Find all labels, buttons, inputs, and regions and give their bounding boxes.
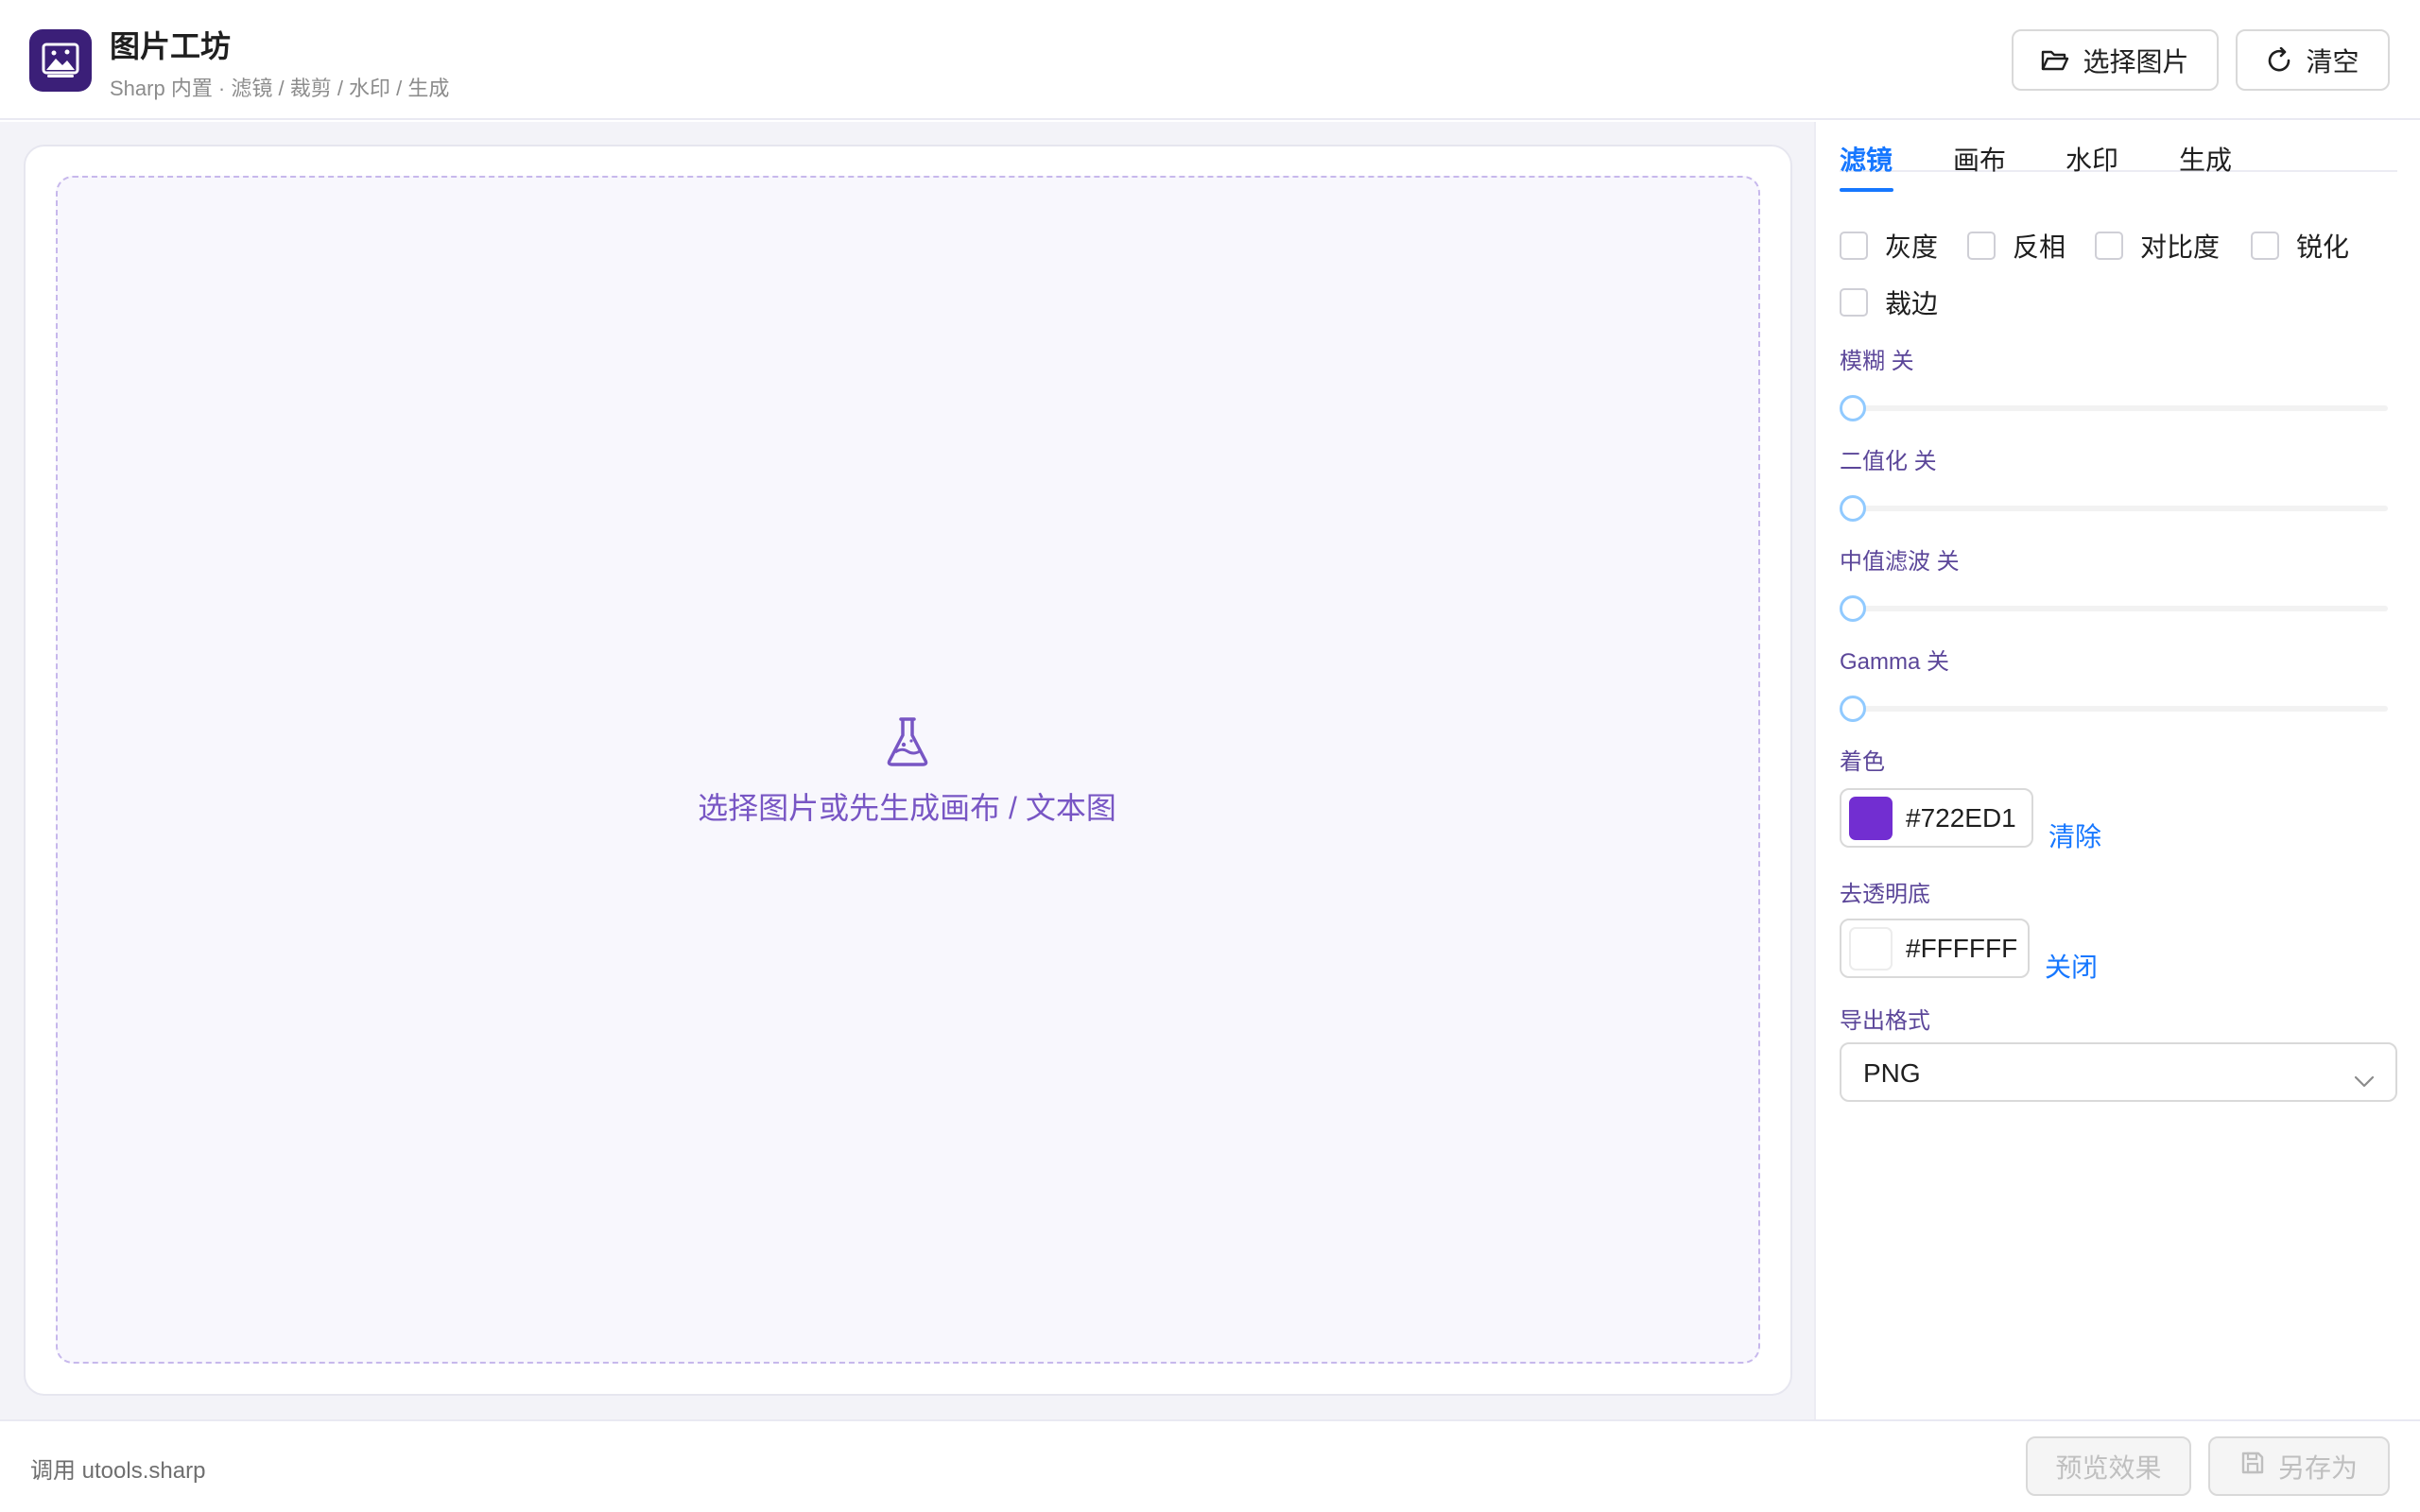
tab-watermark[interactable]: 水印 [2066,140,2118,178]
reload-icon [2266,46,2292,74]
gamma-slider[interactable] [1840,695,2388,723]
tint-label: 着色 [1840,749,1885,775]
slider-handle[interactable] [1840,395,1866,421]
tab-generate[interactable]: 生成 [2179,140,2232,178]
checkbox-label: 裁边 [1885,289,1939,318]
threshold-label: 二值化 关 [1840,449,1937,474]
checkbox-box [2095,232,2123,260]
flatten-color-picker[interactable]: #FFFFFF [1840,919,2030,978]
slider-rail [1840,506,2388,511]
checkbox-trim[interactable]: 裁边 [1840,284,1938,321]
preview-label: 预览效果 [2055,1452,2162,1483]
preview-button[interactable]: 预览效果 [2026,1436,2191,1496]
chevron-down-icon [2354,1065,2375,1095]
save-as-button[interactable]: 另存为 [2208,1436,2390,1496]
slider-handle[interactable] [1840,696,1866,722]
checkbox-grayscale[interactable]: 灰度 [1840,227,1938,265]
flatten-swatch [1849,926,1893,971]
blur-label: 模糊 关 [1840,349,1914,374]
export-format-label: 导出格式 [1840,1008,1930,1034]
gamma-label: Gamma 关 [1840,649,1950,675]
slider-rail [1840,606,2388,611]
export-format-select[interactable]: PNG [1840,1042,2397,1102]
tint-color-picker[interactable]: #722ED1 [1840,788,2033,848]
active-tab-indicator [1840,188,1893,192]
select-image-label: 选择图片 [2083,46,2189,77]
median-label: 中值滤波 关 [1840,549,1960,575]
export-format-value: PNG [1863,1058,1921,1088]
checkbox-box [1840,288,1868,317]
checkbox-invert[interactable]: 反相 [1967,227,2066,265]
clear-label: 清空 [2306,46,2360,77]
slider-handle[interactable] [1840,595,1866,622]
tint-clear-link[interactable]: 清除 [2048,816,2101,854]
checkbox-label: 锐化 [2296,232,2350,262]
save-as-label: 另存为 [2277,1452,2358,1483]
clear-button[interactable]: 清空 [2236,29,2390,91]
tab-filters[interactable]: 滤镜 [1840,140,1893,178]
flatten-off-link[interactable]: 关闭 [2045,947,2098,985]
checkbox-box [2251,232,2279,260]
app-title: 图片工坊 [110,29,232,63]
status-text: 调用 utools.sharp [30,1458,206,1484]
app-logo-icon [29,29,92,92]
slider-handle[interactable] [1840,495,1866,522]
slider-rail [1840,405,2388,411]
tab-canvas[interactable]: 画布 [1953,140,2006,178]
tint-hex: #722ED1 [1906,802,2016,833]
checkbox-contrast[interactable]: 对比度 [2095,227,2220,265]
blur-slider[interactable] [1840,394,2388,422]
flatten-hex: #FFFFFF [1906,933,2018,963]
dropzone-placeholder: 选择图片或先生成画布 / 文本图 [698,791,1116,825]
checkbox-label: 反相 [2013,232,2066,262]
flask-icon [885,716,930,772]
threshold-slider[interactable] [1840,494,2388,523]
checkbox-box [1967,232,1996,260]
slider-rail [1840,706,2388,712]
checkbox-label: 灰度 [1885,232,1939,262]
checkbox-label: 对比度 [2140,232,2221,262]
checkbox-box [1840,232,1868,260]
save-icon [2240,1451,2265,1482]
folder-open-icon [2041,48,2069,73]
median-slider[interactable] [1840,594,2388,623]
flatten-label: 去透明底 [1840,882,1930,907]
checkbox-sharpen[interactable]: 锐化 [2251,227,2349,265]
tint-swatch [1849,796,1893,840]
app-subtitle: Sharp 内置 · 滤镜 / 裁剪 / 水印 / 生成 [110,77,450,100]
select-image-button[interactable]: 选择图片 [2012,29,2219,91]
